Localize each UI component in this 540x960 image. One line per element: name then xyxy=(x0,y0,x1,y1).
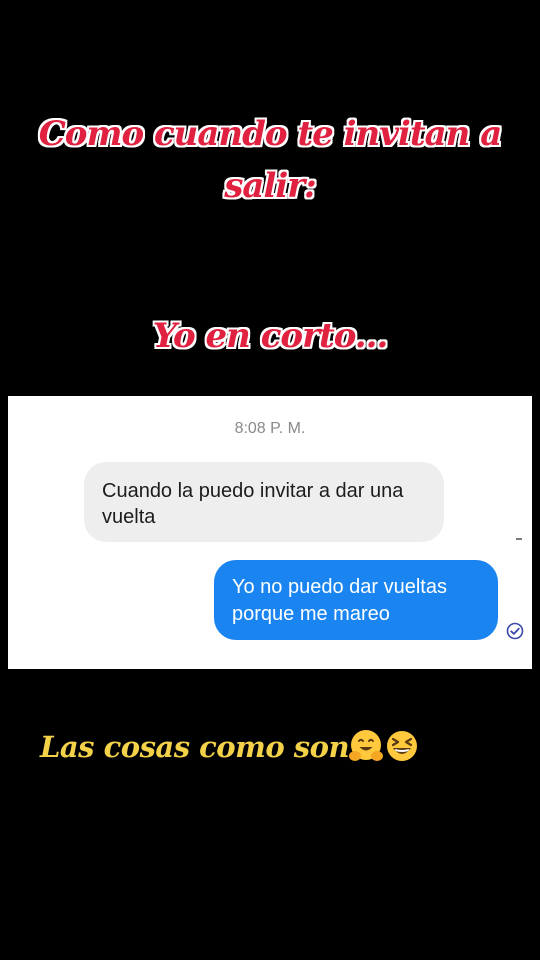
message-timestamp: 8:08 P. M. xyxy=(234,420,306,437)
meme-title: Como cuando te invitan a salir: xyxy=(38,114,503,206)
caption-text: Las cosas como son xyxy=(40,730,350,764)
meme-page: Como cuando te invitan a salir: Yo en co… xyxy=(0,0,540,960)
divider-mark xyxy=(516,538,522,540)
meme-subtitle: Yo en corto... xyxy=(152,316,389,356)
hugging-face-emoji xyxy=(349,730,384,761)
outgoing-message-bubble: Yo no puedo dar vueltas porque me mareo xyxy=(214,560,498,640)
incoming-message-bubble: Cuando la puedo invitar a dar una vuelta xyxy=(84,462,444,542)
meme-caption: Las cosas como son xyxy=(40,726,421,768)
check-circle-icon xyxy=(506,622,524,640)
chat-screenshot: 8:08 P. M. Cuando la puedo invitar a dar… xyxy=(8,396,532,669)
grinning-squinting-face-emoji xyxy=(387,731,418,761)
